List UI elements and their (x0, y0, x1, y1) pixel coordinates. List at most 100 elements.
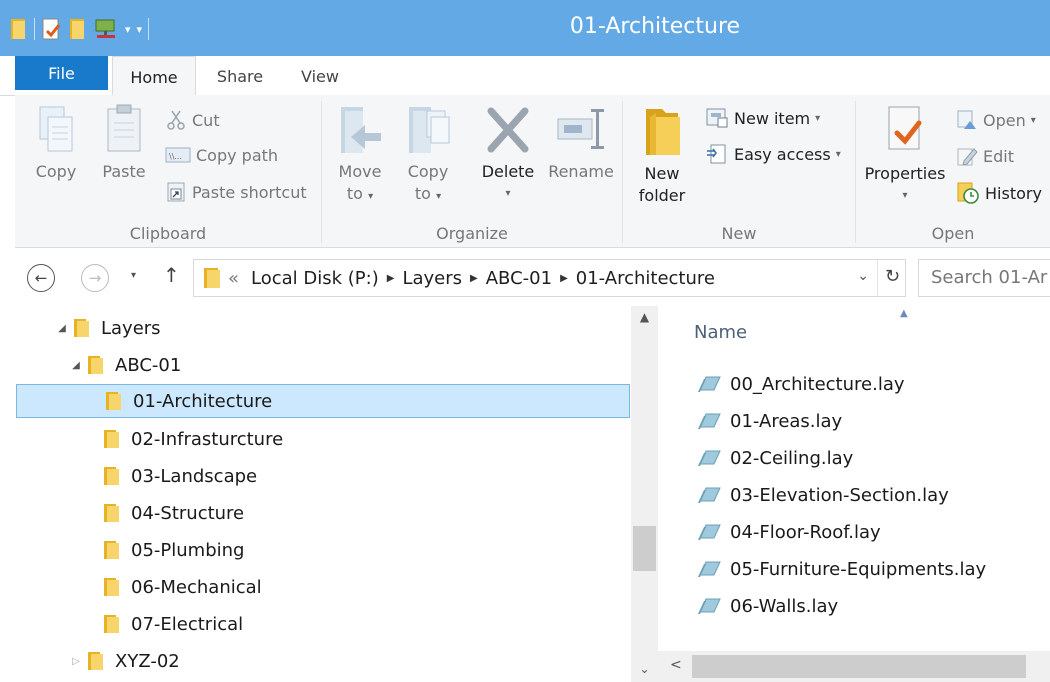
scissors-icon (167, 110, 185, 130)
organize-group: Move to ▾ Copy to ▾ Delete ▾ Rename Orga… (322, 95, 622, 248)
tree-item-label: 04-Structure (131, 502, 245, 524)
paste-button[interactable]: Paste (99, 103, 149, 183)
file-item[interactable]: 03-Elevation-Section.lay (696, 478, 949, 512)
tab-file[interactable]: File (15, 56, 108, 90)
edit-icon (957, 148, 978, 166)
copy-to-dropdown-icon: ▾ (436, 191, 442, 202)
delete-label: Delete (481, 162, 535, 181)
paste-shortcut-button[interactable]: Paste shortcut (165, 181, 307, 203)
svg-text:\\...: \\... (169, 152, 182, 161)
forward-button[interactable]: → (81, 264, 109, 292)
nav-pane-scrollbar[interactable]: ▲ ⌄ (631, 306, 658, 682)
properties-label: Properties (864, 164, 946, 183)
back-button[interactable]: ← (27, 264, 55, 292)
tree-item-xyz-02[interactable]: ▷ XYZ-02 (69, 644, 180, 678)
folder-icon (104, 430, 119, 448)
open-button[interactable]: Open ▾ (956, 109, 1036, 131)
copy-button[interactable]: Copy (31, 103, 81, 183)
tab-home[interactable]: Home (112, 56, 196, 97)
copy-path-button[interactable]: \\... Copy path (165, 145, 278, 165)
file-item[interactable]: 00_Architecture.lay (696, 367, 905, 401)
scroll-down-icon[interactable]: ⌄ (631, 662, 658, 676)
properties-button[interactable]: Properties ▾ (862, 103, 948, 207)
copy-to-button[interactable]: Copy to ▾ (400, 103, 456, 208)
tree-item-abc-01[interactable]: ◢ ABC-01 (69, 348, 181, 382)
file-pane-horizontal-scrollbar[interactable]: < (658, 651, 1050, 682)
collapsed-arrow-icon[interactable]: ▷ (69, 656, 83, 667)
new-folder-icon (646, 109, 680, 155)
easy-access-button[interactable]: Easy access ▾ (705, 143, 841, 165)
tree-item-03-landscape[interactable]: 03-Landscape (85, 459, 257, 493)
organize-group-label: Organize (436, 224, 508, 243)
file-name: 05-Furniture-Equipments.lay (730, 558, 987, 580)
history-button[interactable]: History (956, 181, 1042, 205)
new-folder-label-2: folder (638, 186, 686, 205)
new-item-label: New item (734, 108, 811, 128)
tab-view[interactable]: View (285, 56, 355, 96)
delete-button[interactable]: Delete ▾ (478, 103, 538, 205)
file-item[interactable]: 01-Areas.lay (696, 404, 842, 438)
chevron-right-icon[interactable]: ▶ (387, 273, 395, 284)
scroll-up-icon[interactable]: ▲ (631, 310, 658, 324)
chevron-right-icon[interactable]: ▶ (560, 273, 568, 284)
copy-path-label: Copy path (196, 145, 279, 165)
refresh-icon[interactable]: ↻ (877, 260, 907, 296)
tree-item-label: 03-Landscape (131, 465, 258, 487)
file-item[interactable]: 05-Furniture-Equipments.lay (696, 552, 986, 586)
chevron-right-icon[interactable]: ▶ (470, 273, 478, 284)
file-name: 02-Ceiling.lay (730, 447, 854, 469)
breadcrumb-01-architecture[interactable]: 01-Architecture (576, 268, 715, 289)
file-name: 06-Walls.lay (730, 595, 839, 617)
search-input[interactable]: Search 01-Ar (918, 259, 1050, 297)
tree-item-05-plumbing[interactable]: 05-Plumbing (85, 533, 244, 567)
address-dropdown-icon[interactable]: ⌄ (857, 268, 869, 284)
folder-icon (104, 615, 119, 633)
history-label: History (985, 183, 1042, 203)
breadcrumb-layers[interactable]: Layers (402, 268, 462, 289)
expanded-arrow-icon[interactable]: ◢ (55, 323, 69, 334)
tree-item-01-architecture[interactable]: 01-Architecture (16, 384, 630, 418)
tree-item-06-mechanical[interactable]: 06-Mechanical (85, 570, 262, 604)
scrollbar-thumb[interactable] (633, 526, 656, 571)
folder-icon (104, 467, 119, 485)
new-item-icon (706, 108, 728, 128)
new-folder-button[interactable]: New folder (633, 103, 691, 207)
tree-item-07-electrical[interactable]: 07-Electrical (85, 607, 243, 641)
open-label: Open (983, 110, 1026, 130)
expanded-arrow-icon[interactable]: ◢ (69, 360, 83, 371)
sort-ascending-icon: ▲ (900, 308, 908, 319)
delete-icon (487, 107, 529, 153)
new-item-button[interactable]: New item ▾ (705, 107, 820, 129)
scroll-left-icon[interactable]: < (670, 657, 682, 673)
address-bar[interactable]: « Local Disk (P:) ▶ Layers ▶ ABC-01 ▶ 01… (193, 259, 906, 297)
recent-locations-dropdown-icon[interactable]: ▾ (131, 270, 136, 281)
address-overflow[interactable]: « (228, 268, 239, 289)
file-item[interactable]: 06-Walls.lay (696, 589, 838, 623)
rename-label: Rename (548, 162, 614, 181)
copy-to-label: Copy (407, 162, 449, 181)
file-item[interactable]: 02-Ceiling.lay (696, 441, 853, 475)
tree-item-label: 01-Architecture (133, 390, 273, 412)
tree-item-layers[interactable]: ◢ Layers (55, 311, 161, 345)
scrollbar-thumb[interactable] (692, 655, 1026, 678)
easy-access-dropdown-icon: ▾ (835, 148, 841, 160)
file-item[interactable]: 04-Floor-Roof.lay (696, 515, 881, 549)
cut-button[interactable]: Cut (165, 109, 220, 131)
tree-item-02-infrasturcture[interactable]: 02-Infrasturcture (85, 422, 283, 456)
tree-item-04-structure[interactable]: 04-Structure (85, 496, 244, 530)
easy-access-label: Easy access (734, 144, 831, 164)
move-to-button[interactable]: Move to ▾ (332, 103, 388, 208)
tree-item-label: ABC-01 (115, 354, 182, 376)
breadcrumb-local-disk[interactable]: Local Disk (P:) (251, 268, 379, 289)
address-row: ← → ▾ ↑ « Local Disk (P:) ▶ Layers ▶ ABC… (15, 250, 1050, 306)
breadcrumb-abc-01[interactable]: ABC-01 (486, 268, 552, 289)
up-arrow-icon[interactable]: ↑ (163, 263, 180, 287)
rename-button[interactable]: Rename (548, 103, 614, 183)
column-header-name[interactable]: Name (694, 322, 747, 343)
layer-file-icon (698, 561, 721, 577)
edit-button[interactable]: Edit (956, 145, 1014, 167)
tree-item-label: 07-Electrical (131, 613, 244, 635)
tree-item-label: Layers (101, 317, 161, 339)
tree-item-label: 02-Infrasturcture (131, 428, 284, 450)
tab-share[interactable]: Share (205, 56, 275, 96)
